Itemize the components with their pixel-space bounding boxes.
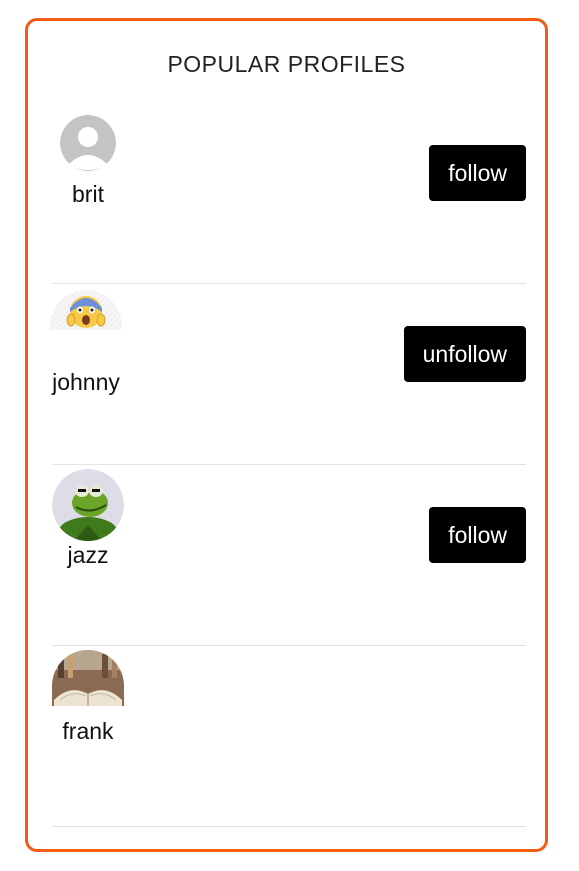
profile-link-johnny[interactable]: johnny: [50, 290, 122, 396]
card-title: POPULAR PROFILES: [167, 51, 406, 77]
profile-username[interactable]: jazz: [52, 542, 124, 569]
default-avatar-icon[interactable]: [60, 115, 116, 171]
profile-link-jazz[interactable]: jazz: [52, 469, 124, 569]
unfollow-button[interactable]: unfollow: [403, 326, 526, 382]
profile-row: johnny unfollow: [50, 284, 526, 465]
open-book-avatar[interactable]: [52, 650, 124, 722]
popular-profiles-card: POPULAR PROFILES brit follow johnny unfo…: [25, 18, 548, 852]
profile-link-frank[interactable]: frank: [52, 650, 124, 745]
profile-username[interactable]: brit: [52, 181, 124, 208]
profile-row: brit follow: [52, 103, 526, 284]
screaming-face-emoji-avatar[interactable]: [50, 290, 122, 362]
profile-row: jazz follow: [52, 465, 526, 646]
profile-row: frank: [52, 646, 526, 827]
profile-username[interactable]: johnny: [50, 369, 122, 396]
follow-button[interactable]: follow: [429, 507, 526, 563]
follow-button[interactable]: follow: [429, 145, 526, 201]
profile-link-brit[interactable]: brit: [52, 115, 124, 208]
kermit-frog-avatar[interactable]: [52, 469, 124, 541]
profile-username[interactable]: frank: [52, 718, 124, 745]
